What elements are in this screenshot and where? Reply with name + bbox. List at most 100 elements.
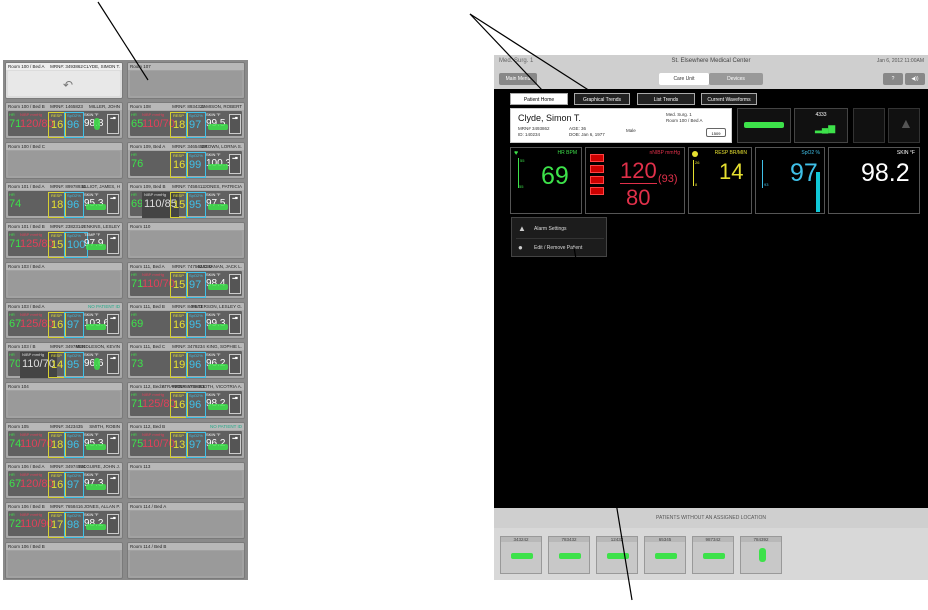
sound-button[interactable]: ◀)) xyxy=(905,73,925,85)
bed-icon xyxy=(655,553,677,559)
main-menu-button[interactable]: Main Menu xyxy=(499,73,537,85)
spo2-box[interactable]: SpO2 % 93 97 xyxy=(755,147,825,214)
unassigned-patient-id: 343242 xyxy=(501,537,541,542)
return-arrow-icon[interactable]: ↶ xyxy=(63,78,73,92)
tile-mrn: MRN#: 3423435 xyxy=(50,424,83,429)
patient-tile[interactable]: Room 112, Bed A MRN#: 9789351 STRANGEWAYS-… xyxy=(127,382,245,419)
tile-header: Room 100 / Bed A MRN#: 3493862 CLYDE, SIMO… xyxy=(6,63,122,70)
device-signal-icon: ▂▄ xyxy=(107,314,119,334)
alarm-settings-menu-item[interactable]: ▲ Alarm Settings xyxy=(516,220,604,238)
tile-header: Room 112, Bed B NO PATIENT ID xyxy=(128,423,244,430)
resp-indicator-icon xyxy=(692,151,698,157)
tile-spo2: SpO2% 96 xyxy=(186,352,206,378)
patient-tile[interactable]: Room 113 xyxy=(127,462,245,499)
patient-tile[interactable]: Room 110 xyxy=(127,222,245,259)
tile-body xyxy=(130,71,242,96)
patient-tile[interactable]: Room 111, Bed B MRN#: 846543 PETERSON, LES… xyxy=(127,302,245,339)
bed-position-box xyxy=(737,108,791,143)
tile-patient-name: BUCHANAN, JACK L. xyxy=(197,264,242,269)
patient-tile[interactable]: Room 100 / Bed C xyxy=(5,142,123,179)
patient-tile[interactable]: Room 111, Bed C MRN#: 3479234 KING, SOPHIE… xyxy=(127,342,245,379)
empty-slot-box xyxy=(853,108,885,143)
patient-tile[interactable]: Room 111, Bed A MRN#: 7475624232 BUCHANAN,… xyxy=(127,262,245,299)
tile-resp-value: 16 xyxy=(51,119,64,131)
nibp-map: (93) xyxy=(658,173,678,185)
unassigned-patient-card[interactable]: 987342 xyxy=(692,536,734,574)
tab-list-trends[interactable]: List Trends xyxy=(637,93,695,105)
tile-header: Room 104 xyxy=(6,383,122,390)
patient-tile[interactable]: Room 114 / Bed A xyxy=(127,502,245,539)
tab-patient-home[interactable]: Patient Home xyxy=(510,93,568,105)
nibp-systolic: 120 xyxy=(620,158,657,184)
tile-resp-value: 18 xyxy=(173,119,186,131)
bed-icon xyxy=(208,444,228,450)
patient-tile[interactable]: Room 101 / Bed B MRN#: 2382314 JENKINS, LE… xyxy=(5,222,123,259)
tile-spo2: SpO2% 96 xyxy=(64,432,84,458)
tile-header: Room 103 / B MRN#: 34974534 MENDLESON, KEV… xyxy=(6,343,122,350)
unassigned-patient-card[interactable]: 783432 xyxy=(548,536,590,574)
help-button[interactable]: ? xyxy=(883,73,903,85)
patient-tile[interactable]: Room 105 MRN#: 3423435 SMITH, ROBIN HR 74 NIB… xyxy=(5,422,123,459)
tab-graphical-trends[interactable]: Graphical Trends xyxy=(574,93,630,105)
patient-room: Room 100 / Bed A xyxy=(666,118,703,123)
tile-spo2: SpO2% 97 xyxy=(186,272,206,298)
tile-room: Room 110 xyxy=(130,224,151,229)
device-signal-icon: ▂▄ xyxy=(229,434,241,454)
tile-body: HR65NIBP mmHg110/70RESP18SpO2%97SKIN °F9… xyxy=(130,111,242,138)
patient-tile[interactable]: Room 106 / Bed B MRN#: 7658416 JONES, ALLA… xyxy=(5,502,123,539)
tile-body: HR71NIBP mmHg120/80RESP16SpO2%96SKIN °F9… xyxy=(8,111,120,138)
edit-remove-patient-menu-item[interactable]: ● Edit / Remove Patient xyxy=(516,238,604,256)
tile-hr: HR 74 xyxy=(9,192,21,218)
patient-tile[interactable]: Room 103 / B MRN#: 34974534 MENDLESON, KEV… xyxy=(5,342,123,379)
edit-remove-patient-label: Edit / Remove Patient xyxy=(534,245,583,251)
tile-body: HR70NIBP mmHg110/70RESP14SpO2%95SKIN °F9… xyxy=(8,351,120,378)
patient-tile[interactable]: Room 101 / Bed A MRN#: 89978934 ELLIOT, JA… xyxy=(5,182,123,219)
patient-tile[interactable]: Room 103 / Bed A xyxy=(5,262,123,299)
tile-patient-name: KING, SOPHIE L. xyxy=(206,344,242,349)
tile-spo2: SpO2% 97 xyxy=(186,112,206,138)
hr-box[interactable]: ♥ HR BPM 55 55 69 xyxy=(510,147,582,214)
patient-tile[interactable]: Room 112, Bed B NO PATIENT ID HR 75 NIBP mmH… xyxy=(127,422,245,459)
nibp-label: nNIBP mmHg xyxy=(649,150,680,156)
patient-tile[interactable]: Room 114 / Bed B xyxy=(127,542,245,579)
patient-tile[interactable]: Room 108 MRN#: 8934323 JAMISON, ROBERT HR 65… xyxy=(127,102,245,139)
resp-label: RESP BR/MIN xyxy=(714,150,747,156)
unassigned-patient-card[interactable]: 343242 xyxy=(500,536,542,574)
device-signal-icon: ▂▄ xyxy=(107,474,119,494)
patient-tile[interactable]: Room 107 xyxy=(127,62,245,99)
patient-grid: Room 100 / Bed A MRN#: 3493862 CLYDE, SIMO… xyxy=(3,60,248,580)
patient-status-button[interactable]: 1509 xyxy=(706,128,726,137)
skin-box[interactable]: SKIN °F 98.2 xyxy=(828,147,920,214)
unassigned-patient-card[interactable]: 784392 xyxy=(740,536,782,574)
unassigned-patient-card[interactable]: 12432 xyxy=(596,536,638,574)
tile-hr-value: 76 xyxy=(131,158,144,170)
resp-box[interactable]: RESP BR/MIN 26 8 14 xyxy=(688,147,752,214)
care-unit-tab[interactable]: Care Unit xyxy=(659,73,709,85)
patient-tile[interactable]: Room 100 / Bed A MRN#: 3493862 CLYDE, SIMO… xyxy=(5,62,123,99)
device-signal-icon: ▂▄ xyxy=(107,434,119,454)
tile-body: HR74RESP18SpO2%96SKIN °F95.3▂▄ xyxy=(8,191,120,218)
device-signal-icon: ▂▄ xyxy=(229,394,241,414)
tile-room: Room 106 / Bed B xyxy=(8,504,45,509)
patient-tile[interactable]: Room 100 / Bed B MRN#: 1465823 MILLER, JOH… xyxy=(5,102,123,139)
nibp-box[interactable]: nNIBP mmHg 120 80 (93) xyxy=(585,147,685,214)
patient-tile[interactable]: Room 104 xyxy=(5,382,123,419)
tile-spo2: SpO2% 96 xyxy=(64,112,84,138)
tile-spo2-value: 95 xyxy=(189,199,202,211)
patient-tile[interactable]: Room 109, Bed B MRN#: 7458412 JONES, PATRI… xyxy=(127,182,245,219)
unassigned-patient-bar: 343242 783432 12432 65345 987342 784392 xyxy=(494,528,928,580)
tile-spo2: SpO2% 95 xyxy=(64,352,84,378)
patient-tile[interactable]: Room 106 / Bed A MRN#: 34974534 MCGUIRE, J… xyxy=(5,462,123,499)
device-signal-icon: ▂▄ xyxy=(229,314,241,334)
patient-tile[interactable]: Room 109, Bed A MRN#: 34654534 BROWN, LORN… xyxy=(127,142,245,179)
unassigned-patient-id: 783432 xyxy=(549,537,589,542)
patient-tile[interactable]: Room 103 / Bed A NO PATIENT ID HR 67 NIBP mm… xyxy=(5,302,123,339)
patient-tile[interactable]: Room 106 / Bed B xyxy=(5,542,123,579)
tab-current-waveforms[interactable]: Current Waveforms xyxy=(701,93,757,105)
tile-hr: HR 73 xyxy=(131,352,143,378)
unassigned-patient-card[interactable]: 65345 xyxy=(644,536,686,574)
tile-header: Room 100 / Bed C xyxy=(6,143,122,150)
tile-hr-value: 73 xyxy=(131,358,144,370)
alarm-bell-box[interactable]: ▲ xyxy=(888,108,920,143)
devices-tab[interactable]: Devices xyxy=(709,73,763,85)
